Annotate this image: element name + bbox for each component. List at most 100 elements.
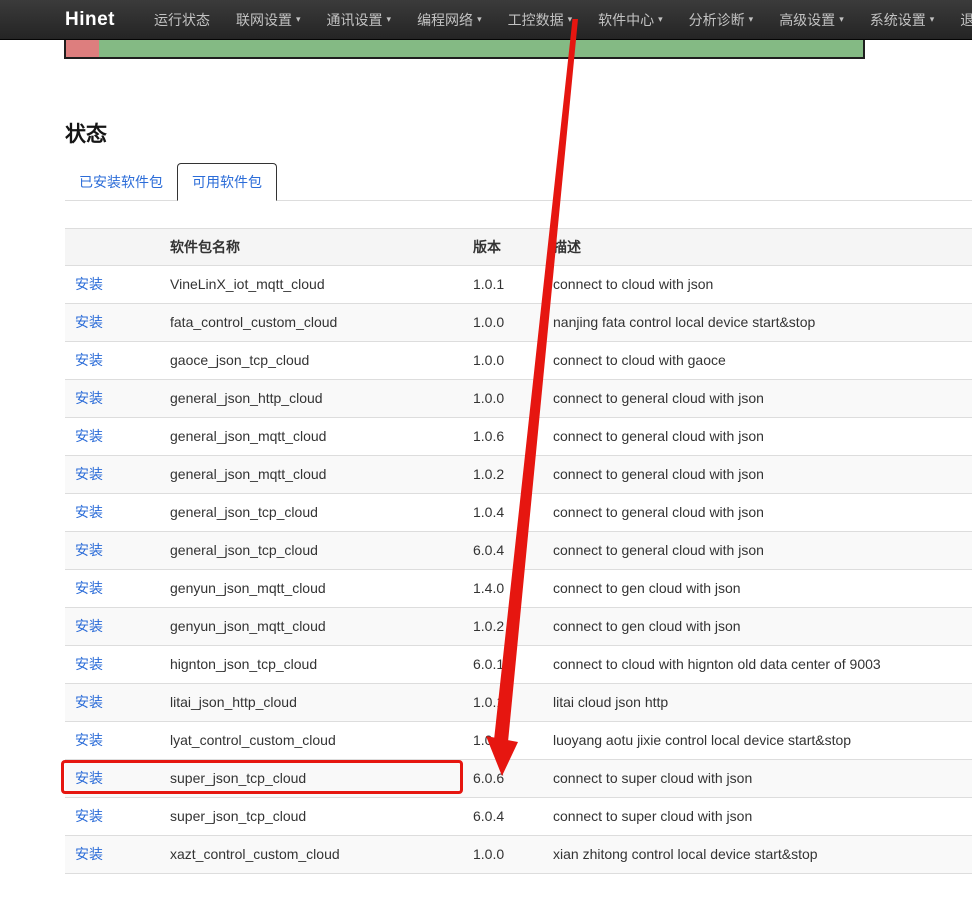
package-name-cell: litai_json_http_cloud [170,684,473,721]
description-cell: connect to cloud with json [553,266,972,303]
description-cell: luoyang aotu jixie control local device … [553,722,972,759]
page: Hinet 运行状态联网设置▾通讯设置▾编程网络▾工控数据▾软件中心▾分析诊断▾… [0,0,972,903]
nav-item-comm-settings[interactable]: 通讯设置 ▾ [314,0,405,39]
install-link[interactable]: 安装 [75,504,103,520]
description-cell: litai cloud json http [553,684,972,721]
install-link[interactable]: 安装 [75,808,103,824]
table-row: 安装genyun_json_mqtt_cloud1.4.0connect to … [65,570,972,608]
install-link[interactable]: 安装 [75,542,103,558]
nav-item-label: 退出 [960,10,972,30]
nav-item-label: 工控数据 [508,10,564,30]
description-cell: connect to general cloud with json [553,418,972,455]
nav-item-ics-data[interactable]: 工控数据▾ [495,0,586,39]
nav-item-system-settings[interactable]: 系统设置 ▾ [857,0,948,39]
action-cell: 安装 [65,494,170,531]
package-name-cell: super_json_tcp_cloud [170,760,473,797]
table-header-row: 软件包名称 版本 描述 [65,228,972,266]
nav-item-programming-network[interactable]: 编程网络▾ [404,0,495,39]
package-name-cell: general_json_mqtt_cloud [170,456,473,493]
tab-available-packages[interactable]: 可用软件包 [177,163,277,201]
version-cell: 1.0.0 [473,836,553,873]
install-link[interactable]: 安装 [75,846,103,862]
nav-item-label: 系统设置 [870,10,926,30]
description-cell: connect to general cloud with json [553,456,972,493]
nav-item-software-center[interactable]: 软件中心▾ [585,0,676,39]
tab-installed-packages[interactable]: 已安装软件包 [65,164,177,200]
install-link[interactable]: 安装 [75,352,103,368]
table-row: 安装super_json_tcp_cloud6.0.6connect to su… [65,760,972,798]
nav-item-run-status[interactable]: 运行状态 [141,0,223,39]
version-cell: 1.4.0 [473,570,553,607]
action-cell: 安装 [65,836,170,873]
package-name-cell: genyun_json_mqtt_cloud [170,608,473,645]
table-row: 安装hignton_json_tcp_cloud6.0.1connect to … [65,646,972,684]
package-name-cell: VineLinX_iot_mqtt_cloud [170,266,473,303]
package-name-cell: lyat_control_custom_cloud [170,722,473,759]
version-cell: 1.0.4 [473,494,553,531]
action-cell: 安装 [65,342,170,379]
brand-logo[interactable]: Hinet [65,9,115,31]
action-cell: 安装 [65,608,170,645]
package-name-cell: general_json_tcp_cloud [170,494,473,531]
action-cell: 安装 [65,722,170,759]
install-link[interactable]: 安装 [75,580,103,596]
caret-down-icon: ▾ [296,14,301,25]
nav-item-label: 高级设置 [779,10,835,30]
version-cell: 1.0.2 [473,608,553,645]
version-cell: 1.0.2 [473,456,553,493]
header-version: 版本 [473,229,553,265]
table-row: 安装 litai_json_http_cloud1.0.1litai cloud … [65,684,972,722]
install-link[interactable]: 安装 [75,466,103,482]
version-cell: 1.0.6 [473,418,553,455]
table-row: 安装 general_json_mqtt_cloud1.0.6connect to… [65,418,972,456]
description-cell: connect to general cloud with json [553,532,972,569]
caret-down-icon: ▾ [387,14,392,25]
version-cell: 1.0.1 [473,684,553,721]
version-cell: 1.0.0 [473,380,553,417]
nav-item-label: 通讯设置 [327,10,383,30]
version-cell: 1.0.0 [473,304,553,341]
action-cell: 安装 [65,570,170,607]
description-cell: connect to gen cloud with json [553,608,972,645]
nav-item-label: 运行状态 [154,10,210,30]
package-table-body: 安装 VineLinX_iot_mqtt_cloud 1.0.1 connect to… [65,266,972,874]
caret-down-icon: ▾ [839,14,844,25]
package-name-cell: xazt_control_custom_cloud [170,836,473,873]
install-link[interactable]: 安装 [75,618,103,634]
description-cell: connect to super cloud with json [553,798,972,835]
install-link[interactable]: 安装 [75,390,103,406]
version-cell: 6.0.1 [473,646,553,683]
nav-item-advanced-settings[interactable]: 高级设置 ▾ [766,0,857,39]
nav-item-network-settings[interactable]: 联网设置▾ [223,0,314,39]
action-cell: 安装 [65,532,170,569]
install-link[interactable]: 安装 [75,770,103,786]
action-cell: 安装 [65,266,170,303]
package-name-cell: general_json_mqtt_cloud [170,418,473,455]
nav-item-logout[interactable]: 退出 [947,0,972,39]
table-row: 安装VineLinX_iot_mqtt_cloud1.0.1connect to… [65,266,972,304]
action-cell: 安装 [65,456,170,493]
version-cell: 6.0.4 [473,798,553,835]
version-cell: 1.0.0 [473,722,553,759]
action-cell: 安装 [65,304,170,341]
nav-item-analysis-diagnosis[interactable]: 分析诊断▾ [676,0,767,39]
nav-item-label: 软件中心 [598,10,654,30]
install-link[interactable]: 安装 [75,314,103,330]
page-title: 状态 [65,118,972,148]
install-link[interactable]: 安装 [75,732,103,748]
install-link[interactable]: 安装 [75,694,103,710]
install-link[interactable]: 安装 [75,428,103,444]
table-row: 安装xazt_control_custom_cloud1.0.0xian zhi… [65,836,972,874]
table-row: 安装 general_json_tcp_cloud1.0.4connect to … [65,494,972,532]
table-row: 安装 general_json_mqtt_cloud1.0.2connect to… [65,456,972,494]
table-row: 安装 lyat_control_custom_cloud1.0.0luoyang … [65,722,972,760]
caret-down-icon: ▾ [930,14,935,25]
description-cell: connect to super cloud with json [553,760,972,797]
nav-item-label: 编程网络 [417,10,473,30]
description-cell: connect to gen cloud with json [553,570,972,607]
description-cell: connect to general cloud with json [553,494,972,531]
tab-bar: 已安装软件包可用软件包 [65,165,972,201]
action-cell: 安装 [65,684,170,721]
install-link[interactable]: 安装 [75,276,103,292]
install-link[interactable]: 安装 [75,656,103,672]
